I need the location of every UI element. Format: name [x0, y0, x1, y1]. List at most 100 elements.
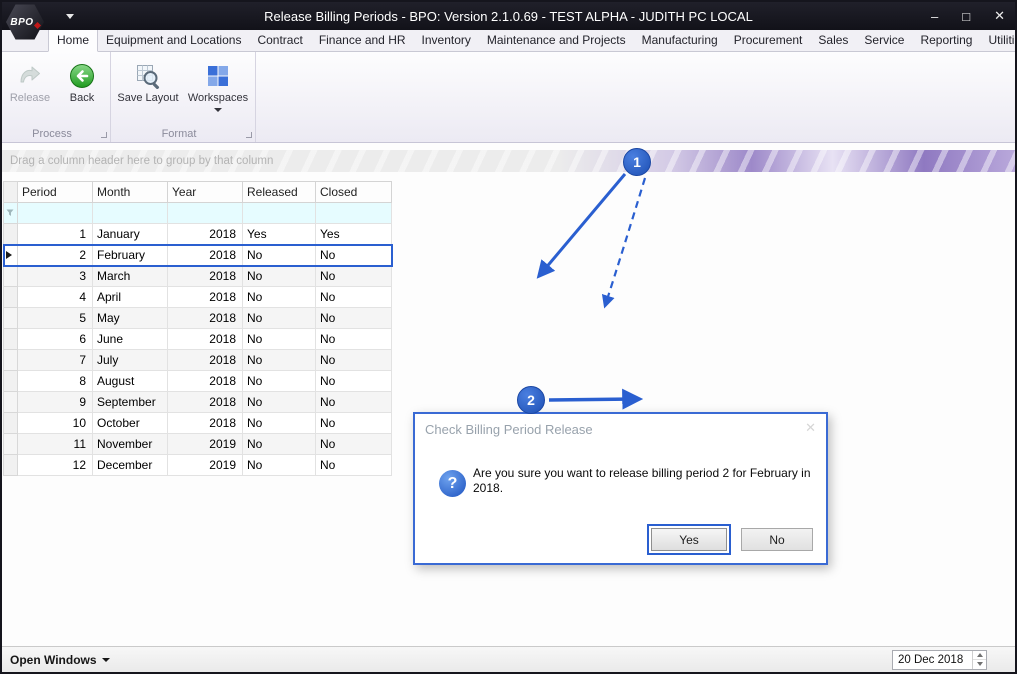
- column-header-month[interactable]: Month: [92, 181, 168, 203]
- cell-closed[interactable]: No: [315, 307, 392, 329]
- open-windows-button[interactable]: Open Windows: [10, 653, 110, 667]
- filter-cell-period[interactable]: [17, 202, 93, 224]
- cell-released[interactable]: No: [242, 307, 316, 329]
- cell-year[interactable]: 2019: [167, 454, 243, 476]
- tab-reporting[interactable]: Reporting: [912, 30, 980, 51]
- cell-closed[interactable]: No: [315, 454, 392, 476]
- cell-month[interactable]: October: [92, 412, 168, 434]
- maximize-icon[interactable]: □: [962, 9, 970, 24]
- grid-row-january[interactable]: 1 January 2018 Yes Yes: [3, 223, 392, 245]
- column-header-period[interactable]: Period: [17, 181, 93, 203]
- cell-released[interactable]: No: [242, 454, 316, 476]
- group-dialog-launcher-icon[interactable]: [246, 132, 252, 138]
- quick-access-caret-icon[interactable]: [66, 14, 74, 19]
- no-button[interactable]: No: [741, 528, 813, 551]
- cell-released[interactable]: No: [242, 328, 316, 350]
- cell-closed[interactable]: No: [315, 370, 392, 392]
- group-by-panel[interactable]: Drag a column header here to group by th…: [2, 150, 1015, 172]
- column-header-closed[interactable]: Closed: [315, 181, 392, 203]
- cell-released[interactable]: No: [242, 265, 316, 287]
- dialog-close-icon[interactable]: ✕: [805, 420, 816, 436]
- cell-period[interactable]: 11: [17, 433, 93, 455]
- cell-year[interactable]: 2018: [167, 286, 243, 308]
- cell-period[interactable]: 8: [17, 370, 93, 392]
- tab-utilities[interactable]: Utilities: [980, 30, 1015, 51]
- yes-button[interactable]: Yes: [651, 528, 727, 551]
- cell-closed[interactable]: No: [315, 244, 392, 266]
- grid-row-november[interactable]: 11 November 2019 No No: [3, 433, 392, 455]
- cell-period[interactable]: 6: [17, 328, 93, 350]
- cell-released[interactable]: No: [242, 412, 316, 434]
- cell-closed[interactable]: Yes: [315, 223, 392, 245]
- cell-released[interactable]: No: [242, 244, 316, 266]
- grid-row-august[interactable]: 8 August 2018 No No: [3, 370, 392, 392]
- cell-month[interactable]: May: [92, 307, 168, 329]
- cell-year[interactable]: 2018: [167, 223, 243, 245]
- cell-year[interactable]: 2018: [167, 244, 243, 266]
- grid-row-april[interactable]: 4 April 2018 No No: [3, 286, 392, 308]
- cell-closed[interactable]: No: [315, 328, 392, 350]
- grid-row-december[interactable]: 12 December 2019 No No: [3, 454, 392, 476]
- close-icon[interactable]: ✕: [994, 8, 1005, 24]
- cell-year[interactable]: 2018: [167, 328, 243, 350]
- grid-row-may[interactable]: 5 May 2018 No No: [3, 307, 392, 329]
- cell-year[interactable]: 2018: [167, 307, 243, 329]
- release-button[interactable]: Release: [8, 58, 52, 104]
- cell-year[interactable]: 2019: [167, 433, 243, 455]
- cell-released[interactable]: No: [242, 433, 316, 455]
- back-button[interactable]: Back: [60, 58, 104, 104]
- cell-released[interactable]: Yes: [242, 223, 316, 245]
- grid-row-june[interactable]: 6 June 2018 No No: [3, 328, 392, 350]
- save-layout-button[interactable]: Save Layout: [117, 58, 179, 112]
- cell-period[interactable]: 5: [17, 307, 93, 329]
- filter-cell-year[interactable]: [167, 202, 243, 224]
- cell-period[interactable]: 7: [17, 349, 93, 371]
- column-header-year[interactable]: Year: [167, 181, 243, 203]
- grid-row-march[interactable]: 3 March 2018 No No: [3, 265, 392, 287]
- cell-closed[interactable]: No: [315, 265, 392, 287]
- spin-up-icon[interactable]: [973, 651, 986, 660]
- workspaces-button[interactable]: Workspaces: [187, 58, 249, 112]
- cell-released[interactable]: No: [242, 370, 316, 392]
- column-header-released[interactable]: Released: [242, 181, 316, 203]
- spin-down-icon[interactable]: [973, 659, 986, 669]
- cell-closed[interactable]: No: [315, 391, 392, 413]
- tab-sales[interactable]: Sales: [810, 30, 856, 51]
- filter-cell-closed[interactable]: [315, 202, 392, 224]
- cell-month[interactable]: November: [92, 433, 168, 455]
- cell-period[interactable]: 1: [17, 223, 93, 245]
- cell-month[interactable]: February: [92, 244, 168, 266]
- cell-year[interactable]: 2018: [167, 349, 243, 371]
- date-picker[interactable]: 20 Dec 2018: [892, 649, 987, 670]
- filter-cell-month[interactable]: [92, 202, 168, 224]
- cell-month[interactable]: March: [92, 265, 168, 287]
- cell-month[interactable]: June: [92, 328, 168, 350]
- tab-finance-and-hr[interactable]: Finance and HR: [311, 30, 414, 51]
- cell-month[interactable]: September: [92, 391, 168, 413]
- tab-service[interactable]: Service: [856, 30, 912, 51]
- cell-month[interactable]: July: [92, 349, 168, 371]
- cell-closed[interactable]: No: [315, 412, 392, 434]
- cell-year[interactable]: 2018: [167, 391, 243, 413]
- grid-row-september[interactable]: 9 September 2018 No No: [3, 391, 392, 413]
- grid-row-july[interactable]: 7 July 2018 No No: [3, 349, 392, 371]
- tab-manufacturing[interactable]: Manufacturing: [634, 30, 726, 51]
- group-dialog-launcher-icon[interactable]: [101, 132, 107, 138]
- cell-period[interactable]: 4: [17, 286, 93, 308]
- tab-home[interactable]: Home: [48, 29, 99, 52]
- minimize-icon[interactable]: –: [931, 9, 938, 24]
- cell-closed[interactable]: No: [315, 349, 392, 371]
- cell-period[interactable]: 10: [17, 412, 93, 434]
- cell-month[interactable]: August: [92, 370, 168, 392]
- tab-inventory[interactable]: Inventory: [414, 30, 479, 51]
- cell-year[interactable]: 2018: [167, 412, 243, 434]
- tab-contract[interactable]: Contract: [249, 30, 310, 51]
- tab-maintenance-and-projects[interactable]: Maintenance and Projects: [479, 30, 634, 51]
- filter-cell-released[interactable]: [242, 202, 316, 224]
- cell-period[interactable]: 2: [17, 244, 93, 266]
- cell-closed[interactable]: No: [315, 433, 392, 455]
- tab-procurement[interactable]: Procurement: [726, 30, 811, 51]
- cell-period[interactable]: 12: [17, 454, 93, 476]
- cell-month[interactable]: January: [92, 223, 168, 245]
- grid-row-october[interactable]: 10 October 2018 No No: [3, 412, 392, 434]
